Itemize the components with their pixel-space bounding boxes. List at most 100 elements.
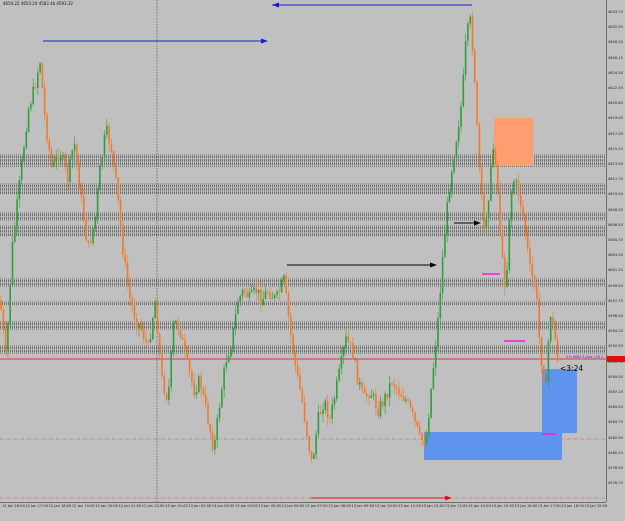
candle-body — [418, 426, 421, 433]
time-tick: 13 Jan 09:00 — [351, 504, 375, 508]
price-tick: 4589.00 — [608, 374, 623, 379]
candle-body — [269, 292, 271, 299]
price-chart[interactable] — [0, 0, 606, 502]
candle-body — [340, 356, 343, 369]
time-tick: 12 Jan 17:00 — [25, 504, 49, 508]
candle-body — [232, 327, 235, 349]
candle-body — [271, 298, 274, 299]
time-tick: 12 Jan 21:00 — [118, 504, 142, 508]
price-tick: 4628.20 — [608, 40, 623, 45]
candle-body — [342, 347, 345, 357]
demand-zone-box — [424, 432, 562, 460]
candle-body — [60, 156, 62, 161]
candle-body — [207, 403, 209, 425]
candle-body — [9, 285, 11, 324]
candle-body — [46, 115, 48, 141]
price-axis[interactable]: 4633.70 4632.95 4628.20 4626.15 4624.30 4622.… — [606, 0, 625, 502]
candle-body — [41, 63, 44, 89]
candle-body — [430, 388, 432, 418]
candle-body — [204, 393, 207, 404]
candle-body — [133, 305, 136, 319]
candle-body — [255, 287, 258, 293]
candle-body — [214, 440, 216, 450]
candle-body — [345, 336, 347, 348]
candle-body — [108, 125, 110, 144]
candle-body — [556, 339, 559, 361]
candle-body — [94, 216, 97, 229]
candle-body — [317, 411, 320, 435]
price-tick: 4580.25 — [608, 450, 623, 455]
ohlc-info: 4654.22 4654.24 4583 4b 4593.32 — [3, 1, 73, 6]
candle-body — [471, 16, 474, 51]
candle-body — [434, 347, 437, 368]
candle-body — [230, 348, 232, 357]
candle-body — [349, 342, 352, 344]
arrow-blue-right-head — [261, 38, 268, 44]
price-tick: 4617.00 — [608, 131, 623, 136]
candle-body — [135, 318, 138, 329]
candle-body — [237, 302, 239, 314]
candle-body — [37, 72, 39, 88]
candle-body — [499, 187, 501, 231]
candle-body — [398, 388, 400, 395]
candle-body — [165, 393, 168, 400]
candle-body — [451, 172, 453, 192]
candle-body — [524, 215, 527, 233]
candle-body — [411, 407, 414, 413]
candle-body — [142, 329, 145, 339]
candle-body — [147, 342, 149, 344]
candle-body — [170, 351, 172, 387]
candle-body — [152, 318, 154, 340]
candle-body — [175, 320, 177, 324]
candlesticks — [0, 11, 559, 463]
annotations — [43, 2, 556, 501]
candle-body — [319, 411, 322, 414]
candle-body — [510, 193, 513, 220]
candle-body — [188, 358, 191, 372]
price-tick: 4620.80 — [608, 101, 623, 106]
time-tick: 13 Jan 02:00 — [188, 504, 212, 508]
candle-body — [313, 454, 315, 459]
arrow-black-small-head — [474, 220, 481, 226]
candle-body — [140, 324, 143, 330]
time-axis[interactable]: 12 Jan 16:00 12 Jan 17:00 12 Jan 18:00 12 J… — [0, 502, 607, 521]
candle-body — [223, 367, 225, 390]
price-tick: 4597.75 — [608, 298, 623, 303]
candle-body — [69, 159, 71, 183]
candle-body — [549, 317, 552, 342]
candle-body — [184, 339, 186, 350]
candle-body — [428, 417, 430, 436]
price-tick: 4587.25 — [608, 390, 623, 394]
candle-body — [57, 156, 60, 161]
candle-body — [462, 74, 465, 107]
candle-body — [179, 330, 182, 338]
candle-body — [161, 352, 163, 377]
candle-body — [250, 290, 253, 293]
candle-body — [506, 269, 508, 287]
candle-body — [99, 165, 101, 191]
candle-body — [331, 404, 333, 419]
candle-body — [329, 417, 331, 419]
candle-body — [414, 412, 416, 422]
candle-body — [432, 367, 435, 389]
candle-body — [106, 125, 108, 135]
candle-body — [7, 323, 9, 351]
candle-body — [501, 230, 504, 258]
support-resistance-zones — [0, 154, 606, 354]
candle-body — [64, 154, 67, 167]
candle-body — [308, 435, 310, 452]
candle-body — [303, 401, 306, 422]
candle-body — [260, 289, 262, 306]
candle-body — [221, 389, 223, 408]
candle-body — [253, 287, 255, 291]
candle-body — [460, 106, 462, 127]
candle-body — [437, 317, 439, 348]
price-tick: 4608.25 — [608, 207, 623, 212]
candle-body — [402, 396, 405, 401]
time-tick: 13 Jan 05:00 — [258, 504, 282, 508]
price-tick: 4610.00 — [608, 192, 623, 197]
candle-body — [27, 108, 30, 132]
chart-window[interactable]: 4654.22 4654.24 4583 4b 4593.32 2.0 4683… — [0, 0, 625, 521]
candle-body — [296, 365, 299, 376]
arrow-red-head — [445, 495, 452, 501]
